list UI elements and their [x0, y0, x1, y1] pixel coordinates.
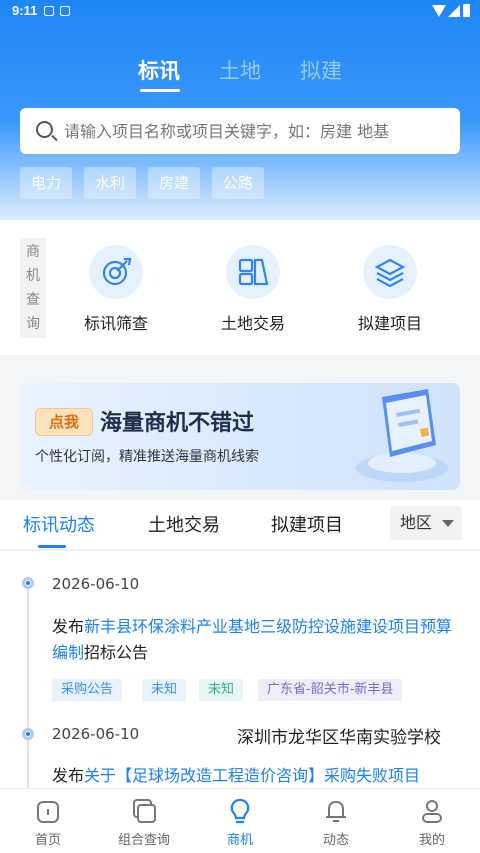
tag-stage: 未知 [199, 679, 244, 701]
nav-label: 动态 [322, 833, 349, 848]
target-pen-icon [89, 245, 143, 299]
nav-business[interactable]: 商机 [192, 797, 288, 848]
feed-tab-land[interactable]: 土地交易 [148, 511, 220, 537]
promo-banner[interactable]: 点我 海量商机不错过 个性化订阅，精准推送海量商机线索 [20, 383, 460, 490]
nav-combo-query[interactable]: 组合查询 [96, 797, 192, 848]
nav-home[interactable]: 首页 [0, 797, 96, 848]
lightbulb-icon [226, 797, 254, 825]
nav-profile[interactable]: 我的 [384, 797, 480, 848]
feed-org: 深圳市龙华区华南实验学校 [237, 728, 441, 748]
status-bar: 9:11 [0, 0, 480, 24]
bottom-nav: 首页 组合查询 商机 动态 我的 [0, 788, 480, 853]
feed-list: 2026-06-10 发布新丰县环保涂料产业基地三级防控设施建设项目预算编制招标… [0, 551, 480, 788]
tab-nijian[interactable]: 拟建 [300, 55, 342, 85]
nav-label: 商机 [226, 833, 253, 848]
tag-type: 采购公告 [52, 679, 123, 701]
tab-biaoxun[interactable]: 标讯 [138, 55, 180, 85]
quick-item-label: 标讯筛查 [83, 314, 148, 333]
layers-icon [363, 245, 417, 299]
chip-gonglu[interactable]: 公路 [212, 167, 265, 199]
feed-link[interactable]: 关于【足球场改造工程造价咨询】采购失败项目 [84, 766, 420, 785]
combo-query-icon [130, 797, 158, 825]
quick-query-label: 商机查询 [20, 238, 46, 338]
quick-item-label: 拟建项目 [357, 314, 422, 333]
header: 9:11 标讯 土地 拟建 电力 水利 房建 公路 [0, 0, 480, 220]
tag-status: 未知 [142, 679, 187, 701]
feed-text[interactable]: 发布关于【足球场改造工程造价咨询】采购失败项目 [52, 763, 462, 788]
search-input[interactable] [64, 108, 454, 154]
nav-activity[interactable]: 动态 [288, 797, 384, 848]
chip-dianli[interactable]: 电力 [20, 167, 73, 199]
quick-query-panel: 商机查询 标讯筛查 土地交易 拟建项目 [0, 220, 480, 355]
quick-item-biaoxun-screening[interactable]: 标讯筛查 [56, 245, 176, 334]
feed-tab-proposed[interactable]: 拟建项目 [271, 511, 343, 537]
nav-label: 我的 [418, 833, 445, 848]
feed-suffix: 招标公告 [84, 643, 149, 662]
search-bar[interactable] [20, 108, 460, 154]
region-label: 地区 [400, 513, 433, 532]
download-notification-icon [60, 6, 70, 16]
feed-date: 2026-06-10 [52, 575, 140, 593]
land-map-icon [226, 245, 280, 299]
feed-tab-indicator [38, 545, 66, 548]
chevron-down-icon [442, 520, 454, 527]
tab-tudi[interactable]: 土地 [219, 55, 261, 85]
feed-prefix: 发布 [52, 766, 85, 785]
quick-item-land-trade[interactable]: 土地交易 [193, 245, 313, 334]
signal-icon [448, 5, 460, 17]
timeline-line [27, 581, 29, 788]
bell-icon [322, 797, 350, 825]
feed-text[interactable]: 发布新丰县环保涂料产业基地三级防控设施建设项目预算编制招标公告 [52, 614, 462, 666]
gallery-notification-icon [44, 6, 54, 16]
region-dropdown[interactable]: 地区 [390, 506, 462, 540]
status-time: 9:11 [12, 3, 38, 18]
banner-badge[interactable]: 点我 [35, 408, 93, 436]
user-icon [418, 797, 446, 825]
chip-shuili[interactable]: 水利 [84, 167, 137, 199]
active-tab-indicator [140, 89, 180, 92]
tag-region: 广东省-韶关市-新丰县 [258, 679, 403, 701]
timeline-dot [22, 577, 34, 589]
home-icon [34, 797, 62, 825]
feed-tabs: 标讯动态 土地交易 拟建项目 地区 [0, 500, 480, 550]
wifi-icon [432, 5, 446, 17]
chip-fangjian[interactable]: 房建 [148, 167, 201, 199]
nav-label: 组合查询 [117, 833, 170, 848]
battery-icon [463, 4, 470, 17]
search-icon [36, 121, 53, 138]
top-tabs: 标讯 土地 拟建 [0, 55, 480, 95]
feed-tab-biaoxun[interactable]: 标讯动态 [23, 511, 95, 537]
timeline-dot [22, 728, 34, 740]
quick-item-proposed-projects[interactable]: 拟建项目 [330, 245, 450, 334]
feed-prefix: 发布 [52, 617, 85, 636]
banner-title: 海量商机不错过 [100, 411, 255, 436]
nav-label: 首页 [34, 833, 61, 848]
banner-subtitle: 个性化订阅，精准推送海量商机线索 [35, 449, 259, 465]
feed-date: 2026-06-10 [52, 725, 140, 743]
quick-item-label: 土地交易 [220, 314, 285, 333]
banner-illustration [356, 389, 448, 482]
